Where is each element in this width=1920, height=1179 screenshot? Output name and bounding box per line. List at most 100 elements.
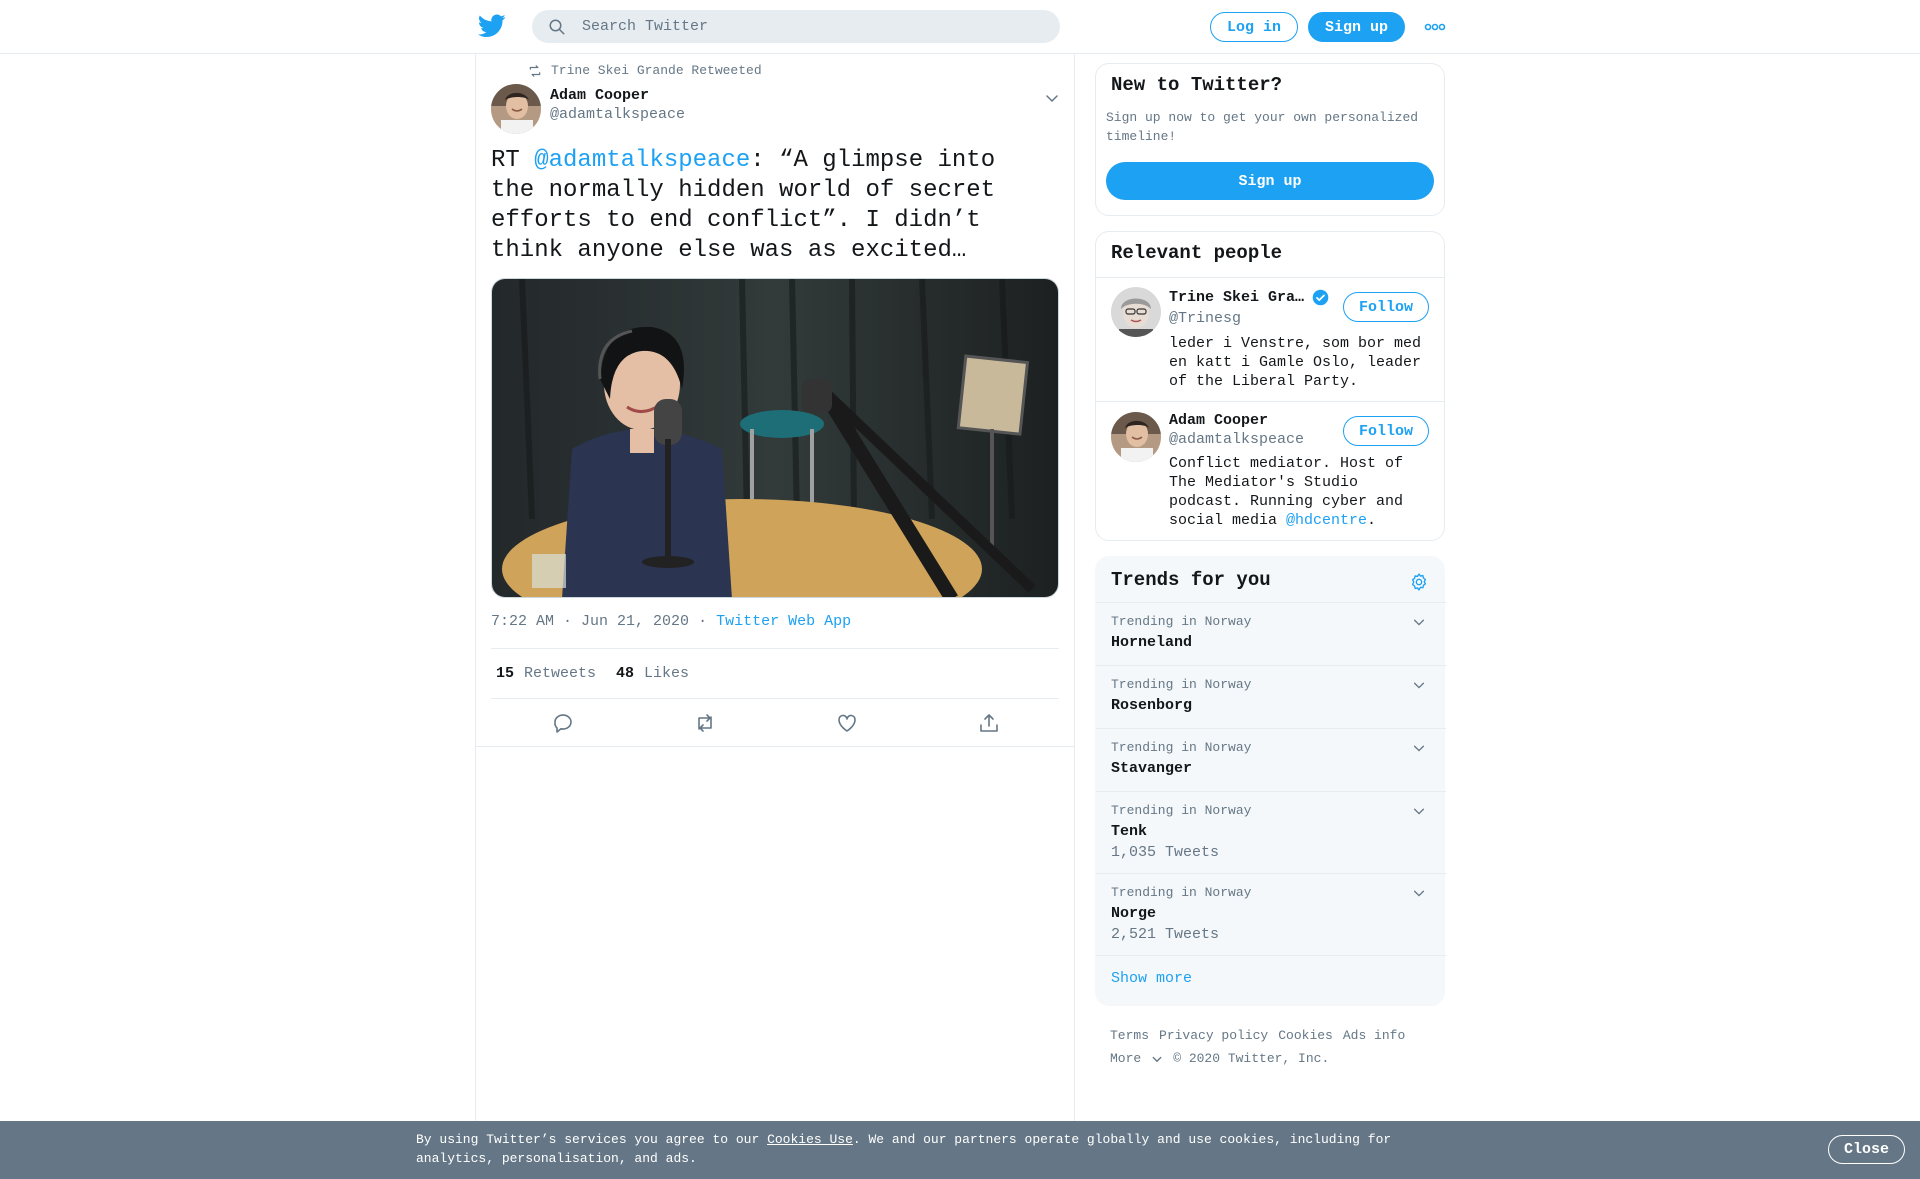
relevant-people-card: Relevant people Trine Skei Gra… @Trinesg… — [1095, 231, 1445, 541]
person-name-text: Adam Cooper — [1169, 412, 1269, 429]
share-icon[interactable] — [977, 711, 1001, 735]
login-button[interactable]: Log in — [1210, 12, 1298, 42]
retweet-icon — [529, 64, 541, 77]
divider — [1096, 401, 1444, 402]
tweet-actions — [476, 699, 1074, 747]
tweet-text-prefix: RT — [491, 147, 535, 174]
like-icon[interactable] — [835, 711, 859, 735]
retweets-label: Retweets — [524, 665, 597, 682]
tweet-mention-link[interactable]: @adamtalkspeace — [534, 147, 750, 174]
relevant-people-title: Relevant people — [1111, 242, 1283, 264]
trend-name: Horneland — [1111, 634, 1193, 651]
retweets-count: 15 — [496, 665, 515, 682]
cookies-use-link[interactable]: Cookies Use — [767, 1132, 853, 1147]
privacy-policy-link[interactable]: Privacy policy — [1159, 1028, 1268, 1043]
top-nav: Log in Sign up — [0, 0, 1920, 54]
retweeted-by-text[interactable]: Trine Skei Grande Retweeted — [551, 63, 762, 78]
person-bio: Conflict mediator. Host of The Mediator'… — [1169, 454, 1434, 530]
trend-item[interactable]: Trending in Norway Tenk 1,035 Tweets — [1096, 791, 1446, 873]
avatar[interactable] — [491, 84, 541, 134]
tweet-detail: Trine Skei Grande Retweeted Adam Cooper … — [475, 54, 1075, 1179]
tweet-stats: 15 Retweets 48 Likes — [491, 648, 1059, 699]
new-to-twitter-title: New to Twitter? — [1111, 74, 1283, 96]
trend-name: Rosenborg — [1111, 697, 1193, 714]
trend-item[interactable]: Trending in Norway Norge 2,521 Tweets — [1096, 873, 1446, 955]
new-to-twitter-description: Sign up now to get your own personalized… — [1106, 110, 1419, 144]
trend-context: Trending in Norway — [1111, 677, 1252, 692]
chevron-down-icon — [1152, 1056, 1162, 1062]
person-handle[interactable]: @adamtalkspeace — [1169, 431, 1304, 448]
signup-button[interactable]: Sign up — [1308, 12, 1405, 42]
divider — [1096, 277, 1444, 278]
person-handle[interactable]: @Trinesg — [1169, 310, 1241, 327]
chevron-down-icon[interactable] — [1412, 615, 1426, 629]
new-to-twitter-card: New to Twitter? Sign up now to get your … — [1095, 63, 1445, 216]
copyright-text: © 2020 Twitter, Inc. — [1173, 1051, 1330, 1066]
retweets-stat[interactable]: 15 Retweets — [496, 665, 596, 682]
avatar[interactable] — [1111, 287, 1161, 337]
close-cookie-button[interactable]: Close — [1828, 1135, 1905, 1164]
terms-link[interactable]: Terms — [1110, 1028, 1149, 1043]
chevron-down-icon[interactable] — [1044, 90, 1060, 106]
tweet-source-app[interactable]: Twitter Web App — [716, 613, 851, 630]
divider — [1096, 955, 1446, 956]
trend-item[interactable]: Trending in Norway Stavanger — [1096, 728, 1446, 791]
chevron-down-icon[interactable] — [1412, 741, 1426, 755]
tweet-author-handle[interactable]: @adamtalkspeace — [550, 106, 685, 123]
tweet-timestamp: 7:22 AM · Jun 21, 2020 · Twitter Web App — [491, 613, 851, 630]
trend-name: Stavanger — [1111, 760, 1193, 777]
likes-label: Likes — [644, 665, 690, 682]
search-bar[interactable] — [532, 10, 1060, 43]
trend-item[interactable]: Trending in Norway Rosenborg — [1096, 665, 1446, 728]
trend-context: Trending in Norway — [1111, 803, 1252, 818]
follow-button[interactable]: Follow — [1343, 292, 1429, 322]
footer-links: Terms Privacy policy Cookies Ads info More ©… — [1110, 1024, 1440, 1070]
search-input[interactable] — [582, 18, 1022, 35]
trend-name: Norge — [1111, 905, 1157, 922]
chevron-down-icon[interactable] — [1412, 804, 1426, 818]
trend-name: Tenk — [1111, 823, 1148, 840]
tweet-text: RT @adamtalkspeace: “A glimpse into the … — [491, 146, 1051, 266]
ads-info-link[interactable]: Ads info — [1343, 1028, 1405, 1043]
likes-stat[interactable]: 48 Likes — [616, 665, 689, 682]
search-icon — [549, 19, 565, 34]
retweet-action-icon[interactable] — [693, 711, 717, 735]
trend-context: Trending in Norway — [1111, 885, 1252, 900]
retweet-context: Trine Skei Grande Retweeted — [528, 63, 762, 78]
signup-big-button[interactable]: Sign up — [1106, 162, 1434, 200]
more-menu-button[interactable]: More — [1110, 1047, 1163, 1070]
follow-button[interactable]: Follow — [1343, 416, 1429, 446]
bio-mention-link[interactable]: @hdcentre — [1286, 512, 1367, 529]
avatar[interactable] — [1111, 412, 1161, 462]
cookies-link[interactable]: Cookies — [1278, 1028, 1333, 1043]
trend-item[interactable]: Trending in Norway Horneland — [1096, 602, 1446, 665]
reply-icon[interactable] — [551, 711, 575, 735]
tweet-author-name[interactable]: Adam Cooper — [550, 87, 649, 104]
trend-tweet-count: 1,035 Tweets — [1111, 844, 1220, 861]
cookie-consent-bar: By using Twitter’s services you agree to… — [0, 1121, 1920, 1179]
person-name[interactable]: Adam Cooper — [1169, 412, 1268, 429]
twitter-logo-icon[interactable] — [478, 14, 506, 38]
chevron-down-icon[interactable] — [1412, 886, 1426, 900]
trends-card: Trends for you Trending in Norway Hornel… — [1095, 556, 1446, 1006]
show-more-link[interactable]: Show more — [1111, 970, 1192, 987]
likes-count: 48 — [616, 665, 635, 682]
cookie-text: By using Twitter’s services you agree to… — [416, 1130, 1416, 1168]
trend-context: Trending in Norway — [1111, 740, 1252, 755]
gear-icon[interactable] — [1409, 572, 1429, 592]
chevron-down-icon[interactable] — [1412, 678, 1426, 692]
trends-title: Trends for you — [1111, 569, 1271, 591]
verified-badge-icon — [1312, 289, 1329, 306]
person-bio: leder i Venstre, som bor med en katt i G… — [1169, 335, 1422, 390]
person-name[interactable]: Trine Skei Gra… — [1169, 289, 1329, 306]
trend-context: Trending in Norway — [1111, 614, 1252, 629]
more-options-icon[interactable] — [1424, 20, 1446, 34]
tweet-time-text[interactable]: 7:22 AM · Jun 21, 2020 — [491, 613, 689, 630]
tweet-photo[interactable] — [491, 278, 1059, 598]
time-source-separator: · — [698, 613, 708, 630]
more-label: More — [1110, 1051, 1142, 1066]
cookie-text-prefix: By using Twitter’s services you agree to… — [416, 1132, 768, 1147]
trend-tweet-count: 2,521 Tweets — [1111, 926, 1220, 943]
person-name-text: Trine Skei Gra… — [1169, 289, 1305, 306]
person-bio-suffix: . — [1367, 512, 1377, 529]
